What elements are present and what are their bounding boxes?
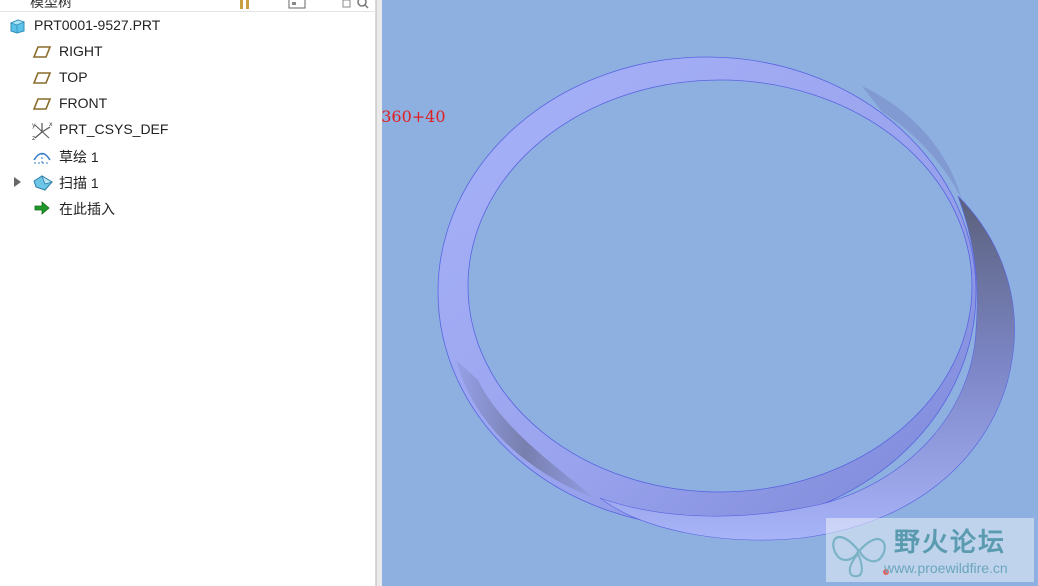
model-tree-header: 模型树 [0, 0, 376, 12]
tree-item-label: FRONT [59, 95, 108, 111]
tree-item-csys[interactable]: y x z PRT_CSYS_DEF [0, 117, 370, 143]
search-icon[interactable] [356, 0, 372, 9]
graphics-viewport[interactable]: sd11=trajpar*360+40 [382, 0, 1038, 586]
tree-item-insert-here[interactable]: 在此插入 [0, 195, 370, 221]
watermark-url: www.proewildfire.cn [884, 560, 1008, 576]
butterfly-logo-icon [832, 536, 889, 578]
sweep-feature-icon [32, 173, 53, 191]
tree-root-label: PRT0001-9527.PRT [34, 17, 161, 33]
tree-item-label: RIGHT [59, 43, 103, 59]
tree-root-part[interactable]: PRT0001-9527.PRT [0, 13, 370, 39]
model-tree-panel: 模型树 PRT0001-9527.PRT RIGHT TOP FRONT y x… [0, 0, 376, 586]
tree-item-label: TOP [59, 69, 88, 85]
svg-text:x: x [49, 121, 53, 128]
expand-arrow-icon[interactable] [14, 177, 21, 187]
tree-item-sweep[interactable]: 扫描 1 [0, 169, 370, 195]
svg-text:y: y [32, 122, 36, 129]
tree-item-top-plane[interactable]: TOP [0, 65, 370, 91]
datum-plane-icon [32, 69, 52, 87]
tree-item-label: 草绘 1 [59, 149, 99, 165]
model-tree-title: 模型树 [30, 0, 72, 10]
settings-tool-icon[interactable] [238, 0, 254, 9]
datum-plane-icon [32, 43, 52, 61]
tree-item-right-plane[interactable]: RIGHT [0, 39, 370, 65]
forum-watermark: 野火论坛 www.proewildfire.cn [826, 518, 1034, 582]
tree-item-label: PRT_CSYS_DEF [59, 121, 169, 137]
part-cube-icon [8, 17, 28, 35]
tree-item-label: 在此插入 [59, 201, 115, 217]
relation-annotation: sd11=trajpar*360+40 [382, 107, 446, 126]
watermark-title: 野火论坛 [894, 528, 1007, 558]
sketch-icon [32, 147, 52, 165]
tree-item-front-plane[interactable]: FRONT [0, 91, 370, 117]
svg-text:z: z [32, 135, 35, 141]
coordinate-system-icon: y x z [31, 121, 53, 142]
insert-here-arrow-icon [33, 199, 53, 217]
tree-item-label: 扫描 1 [59, 175, 99, 191]
datum-plane-icon [32, 95, 52, 113]
tree-item-sketch[interactable]: 草绘 1 [0, 143, 370, 169]
show-options-icon[interactable] [288, 0, 306, 9]
mobius-strip-model[interactable] [382, 0, 1038, 586]
